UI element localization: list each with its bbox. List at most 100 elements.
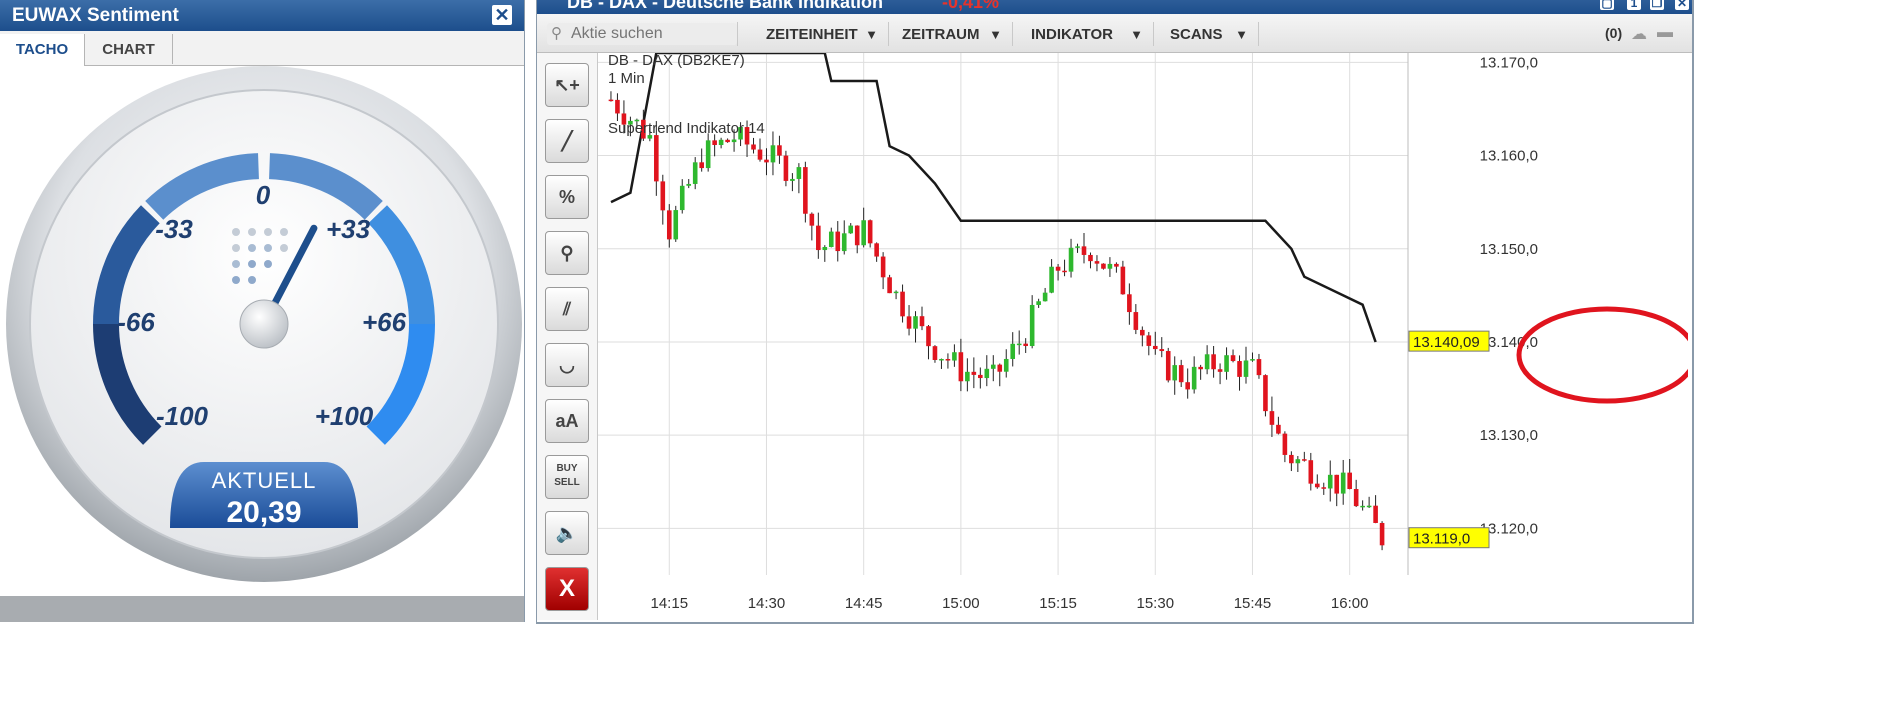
sentiment-footer <box>0 596 524 622</box>
search-input[interactable] <box>571 24 731 44</box>
candle-body <box>1360 505 1365 508</box>
watchlist-count: (0) <box>1605 25 1623 41</box>
parallel-lines-icon[interactable]: ⫽ <box>545 287 589 331</box>
gauge-label-minus100: -100 <box>156 401 209 431</box>
sentiment-title: EUWAX Sentiment <box>12 5 179 26</box>
candle-body <box>893 291 899 294</box>
gauge-label-plus33: +33 <box>326 214 371 244</box>
candle-body <box>861 220 866 246</box>
candle-body <box>971 371 977 375</box>
candle-body <box>1224 355 1229 372</box>
candle-body <box>1321 487 1327 489</box>
candle-body <box>1152 345 1158 350</box>
candle-body <box>692 162 698 184</box>
sentiment-title-bar: EUWAX Sentiment ✕ <box>0 0 524 31</box>
candle-body <box>783 155 789 181</box>
candle-body <box>913 316 918 329</box>
sentiment-close-icon[interactable]: ✕ <box>492 5 512 25</box>
aktuell-label: AKTUELL <box>212 468 317 493</box>
drawing-tools: ↖+ ╱% ⚲ ⫽ ◡ aA BUY SELL 🔈 X <box>537 53 598 620</box>
menu-zeitraum[interactable]: ZEITRAUM ▼ <box>888 22 1013 46</box>
candle-body <box>880 256 886 278</box>
x-tick-label: 14:30 <box>748 595 786 612</box>
candle-body <box>1302 459 1307 461</box>
menu-scans[interactable]: SCANS ▼ <box>1154 22 1259 46</box>
candle-body <box>1101 263 1106 269</box>
maximize-icon[interactable]: ❐ <box>1650 0 1664 10</box>
close-icon[interactable]: X <box>545 567 589 611</box>
y-tick-label: 13.160,0 <box>1480 148 1538 165</box>
candle-body <box>809 213 815 226</box>
chart-title-bar: DB - DAX - Deutsche Bank Indikation -0,4… <box>537 0 1692 14</box>
y-tick-label: 13.130,0 <box>1480 427 1538 444</box>
minimize-icon[interactable]: ▢ <box>1600 0 1614 10</box>
candle-body <box>984 368 990 379</box>
speaker-icon[interactable]: 🔈 <box>545 511 589 555</box>
candle-body <box>1353 489 1359 507</box>
candle-body <box>926 326 931 347</box>
candle-body <box>660 181 666 211</box>
candle-body <box>828 231 834 248</box>
cloud-icon[interactable]: ☁ <box>1631 24 1647 44</box>
candle-body <box>1036 301 1041 305</box>
menu-zeiteinheit[interactable]: ZEITEINHEIT ▼ <box>737 22 889 46</box>
candle-body <box>796 167 802 179</box>
folder-icon[interactable]: ▬ <box>1657 24 1673 42</box>
menu-indikator[interactable]: INDIKATOR ▼ <box>1013 22 1154 46</box>
candle-body <box>1146 335 1152 346</box>
tab-tacho[interactable]: TACHO <box>0 34 85 66</box>
text-icon[interactable]: aA <box>545 399 589 443</box>
gauge-label-plus66: +66 <box>362 307 407 337</box>
aktuell-value: 20,39 <box>226 496 301 529</box>
buy-sell-icon[interactable]: BUY SELL <box>545 455 589 499</box>
zoom-icon[interactable]: ⚲ <box>545 231 589 275</box>
sentiment-tabs: TACHO CHART <box>0 31 524 66</box>
candle-body <box>1256 359 1262 376</box>
candle-body <box>1295 459 1301 464</box>
candle-body <box>1347 472 1352 490</box>
candle-body <box>1314 483 1320 488</box>
candle-body <box>1178 365 1184 383</box>
candle-body <box>770 145 776 163</box>
menu-scans-label: SCANS <box>1170 26 1223 43</box>
candle-body <box>932 346 938 360</box>
chart-toolbar: ⚲ ZEITEINHEIT ▼ ZEITRAUM ▼ INDIKATOR ▼ S… <box>537 14 1692 53</box>
sentiment-gauge: -100 -66 -33 0 +33 +66 +100 AKTUELL 20,3… <box>6 66 522 582</box>
candle-body <box>1172 365 1178 381</box>
pointer-add-icon[interactable]: ↖+ <box>545 63 589 107</box>
candle-body <box>1010 343 1016 359</box>
search-icon: ⚲ <box>551 25 562 42</box>
tile-icon[interactable]: 1 <box>1627 0 1641 10</box>
candle-body <box>900 291 905 317</box>
candle-body <box>1217 369 1223 372</box>
candle-body <box>990 364 996 369</box>
window-close-icon[interactable]: ✕ <box>1675 0 1689 10</box>
y-tick-label: 13.150,0 <box>1480 241 1538 258</box>
candle-body <box>1243 360 1249 377</box>
trendline-icon[interactable]: ╱ <box>545 119 589 163</box>
candle-body <box>615 99 620 114</box>
y-tick-label: 13.170,0 <box>1480 54 1538 71</box>
candle-body <box>958 352 964 382</box>
candle-body <box>712 140 717 146</box>
percent-icon[interactable]: % <box>545 175 589 219</box>
candle-body <box>997 364 1003 372</box>
arc-icon[interactable]: ◡ <box>545 343 589 387</box>
price-chart[interactable]: 13.120,013.130,013.140,013.150,013.160,0… <box>598 53 1688 620</box>
candle-body <box>1340 472 1346 494</box>
candle-body <box>686 183 692 186</box>
candle-body <box>666 210 672 240</box>
gauge-label-minus66: -66 <box>117 307 155 337</box>
candle-body <box>1276 424 1281 434</box>
candle-body <box>1068 247 1074 272</box>
candle-body <box>673 210 679 240</box>
tab-chart[interactable]: CHART <box>85 34 173 64</box>
candle-body <box>764 159 769 163</box>
chevron-down-icon: ▼ <box>1130 27 1143 42</box>
candle-body <box>1204 354 1210 370</box>
candle-body <box>757 149 763 160</box>
candle-body <box>1230 355 1236 362</box>
candle-body <box>803 167 808 214</box>
chart-change: -0,41% <box>942 0 1000 12</box>
candle-body <box>1327 474 1333 489</box>
